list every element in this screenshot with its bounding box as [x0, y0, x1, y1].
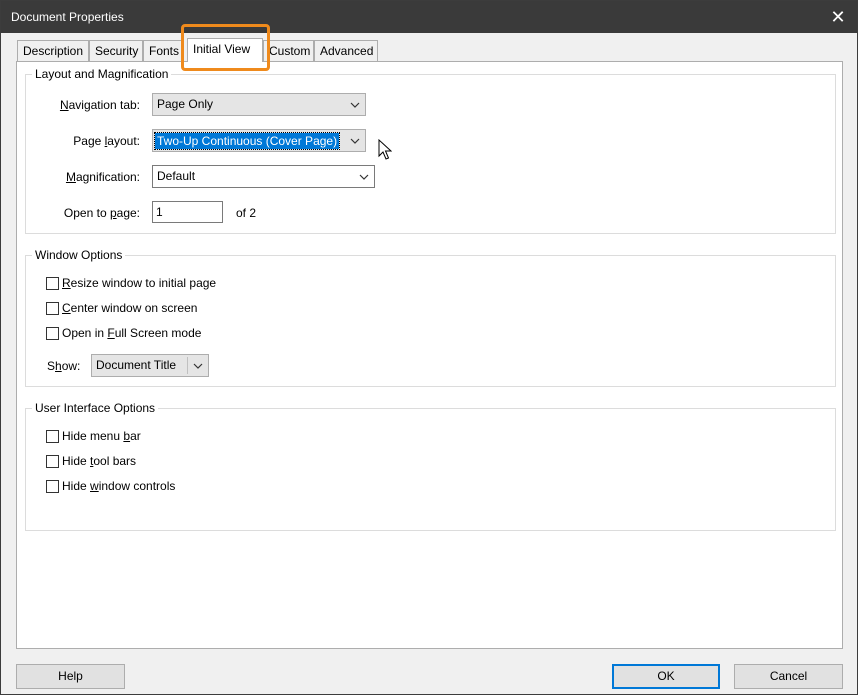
select-value: Page Only: [157, 97, 214, 111]
input-value: 1: [156, 205, 163, 219]
close-icon[interactable]: ✕: [827, 6, 849, 28]
layout-magnification-group: Layout and Magnification Navigation tab:…: [25, 67, 836, 234]
tab-label: Advanced: [320, 44, 374, 58]
chevron-down-icon: [359, 174, 369, 180]
hide-tool-bars-checkbox[interactable]: Hide tool bars: [46, 454, 136, 468]
user-interface-options-group: User Interface Options Hide menu bar Hid…: [25, 401, 836, 531]
tab-custom[interactable]: Custom: [263, 40, 314, 61]
page-layout-label: Page layout:: [73, 134, 140, 148]
select-value: Two-Up Continuous (Cover Page): [153, 132, 341, 150]
chevron-down-icon: [350, 102, 360, 108]
navigation-tab-label: Navigation tab:: [59, 98, 140, 112]
tab-label: Security: [95, 44, 139, 58]
tab-security[interactable]: Security: [89, 40, 143, 61]
cancel-button[interactable]: Cancel: [734, 664, 843, 689]
full-screen-checkbox[interactable]: Open in Full Screen mode: [46, 326, 201, 340]
select-value: Document Title: [96, 358, 177, 372]
show-select[interactable]: Document Title: [91, 354, 209, 377]
page-count-text: of 2: [236, 206, 257, 220]
document-properties-dialog: Document Properties ✕ Description Securi…: [0, 0, 858, 695]
tab-label: Initial View: [193, 42, 251, 56]
help-button[interactable]: Help: [16, 664, 125, 689]
combo-separator: [187, 357, 188, 374]
tab-label: Description: [23, 44, 84, 58]
checkbox-label: Resize window to initial page: [62, 276, 217, 290]
checkbox-label: Hide tool bars: [62, 454, 137, 468]
tab-initial-view[interactable]: Initial View: [187, 38, 263, 62]
select-value: Default: [157, 169, 196, 183]
checkbox-box: [46, 276, 59, 290]
open-to-page-label: Open to page:: [63, 206, 140, 220]
center-window-checkbox[interactable]: Center window on screen: [46, 301, 197, 315]
window-options-group: Window Options Resize window to initial …: [25, 248, 836, 387]
checkbox-box: [46, 429, 59, 443]
tab-fonts[interactable]: Fonts: [143, 40, 184, 61]
hide-window-controls-checkbox[interactable]: Hide window controls: [46, 479, 175, 493]
tab-description[interactable]: Description: [17, 40, 89, 61]
open-to-page-input[interactable]: 1: [152, 201, 223, 223]
tab-label: Fonts: [149, 44, 180, 58]
mouse-cursor-icon: [378, 139, 392, 160]
checkbox-box: [46, 301, 59, 315]
checkbox-label: Center window on screen: [62, 301, 198, 315]
page-layout-select[interactable]: Two-Up Continuous (Cover Page): [152, 129, 366, 152]
magnification-label: Magnification:: [65, 170, 140, 184]
group-label: Window Options: [32, 248, 126, 262]
tab-advanced[interactable]: Advanced: [314, 40, 378, 61]
chevron-down-icon: [350, 138, 360, 144]
navigation-tab-select[interactable]: Page Only: [152, 93, 366, 116]
group-label: User Interface Options: [32, 401, 159, 415]
initial-view-panel: Layout and Magnification Navigation tab:…: [16, 61, 843, 649]
group-label: Layout and Magnification: [32, 67, 172, 81]
tab-label: Custom: [269, 44, 311, 58]
magnification-select[interactable]: Default: [152, 165, 375, 188]
checkbox-box: [46, 479, 59, 493]
title-bar: Document Properties ✕: [1, 1, 857, 33]
show-label: Show:: [47, 359, 81, 373]
chevron-down-icon: [193, 363, 203, 369]
checkbox-label: Hide menu bar: [62, 429, 141, 443]
checkbox-box: [46, 326, 59, 340]
hide-menu-bar-checkbox[interactable]: Hide menu bar: [46, 429, 141, 443]
ok-button[interactable]: OK: [612, 664, 720, 689]
checkbox-label: Open in Full Screen mode: [62, 326, 202, 340]
resize-window-checkbox[interactable]: Resize window to initial page: [46, 276, 216, 290]
window-title: Document Properties: [11, 10, 124, 24]
checkbox-box: [46, 454, 59, 468]
checkbox-label: Hide window controls: [62, 479, 176, 493]
